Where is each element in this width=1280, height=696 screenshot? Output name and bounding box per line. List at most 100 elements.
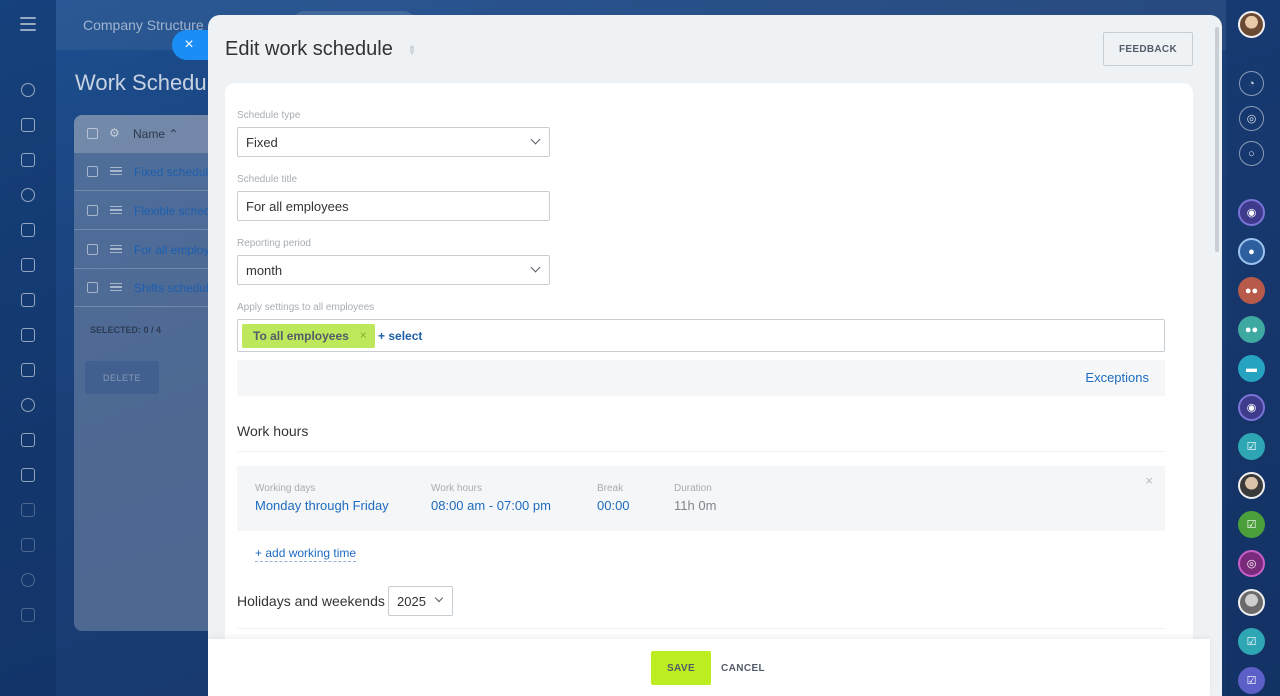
row-checkbox[interactable]: [87, 282, 98, 293]
working-time-block: Working days Monday through Friday Work …: [237, 466, 1165, 531]
menu-icon[interactable]: [18, 14, 38, 34]
feed-icon[interactable]: [13, 145, 43, 175]
work-hours-label: Work hours: [431, 483, 482, 494]
select-all-checkbox[interactable]: [87, 128, 98, 139]
remove-working-time-icon[interactable]: ×: [1145, 473, 1153, 488]
list-item[interactable]: Fixed schedule: [74, 153, 224, 191]
reporting-period-select[interactable]: month: [237, 255, 550, 285]
crm-icon[interactable]: [13, 320, 43, 350]
break-value[interactable]: 00:00: [597, 498, 630, 513]
feedback-button[interactable]: FEEDBACK: [1103, 32, 1193, 66]
select-link[interactable]: + select: [378, 329, 422, 343]
working-days-label: Working days: [255, 483, 316, 494]
apply-settings-selector[interactable]: To all employees × + select: [237, 319, 1165, 352]
apply-settings-label: Apply settings to all employees: [237, 302, 375, 313]
divider: [237, 451, 1165, 452]
chevron-down-icon: [434, 593, 444, 603]
task-chat-icon[interactable]: ☑: [1238, 628, 1265, 655]
group-chat-icon[interactable]: ●●: [1238, 277, 1265, 304]
duration-value: 11h 0m: [674, 498, 717, 513]
scrollbar[interactable]: [1215, 27, 1219, 252]
cancel-button[interactable]: CANCEL: [721, 663, 765, 674]
exceptions-link[interactable]: Exceptions: [1085, 370, 1149, 385]
notifications-icon[interactable]: ◔: [1239, 71, 1264, 96]
name-column-header[interactable]: Name ⌃: [133, 127, 178, 141]
chat-bubble-icon[interactable]: ▬: [1238, 355, 1265, 382]
close-slider-button[interactable]: ×: [172, 30, 208, 60]
row-menu-icon[interactable]: [110, 206, 122, 214]
user-avatar[interactable]: [1238, 11, 1265, 38]
work-hours-title: Work hours: [237, 423, 309, 439]
list-header: ⚙ Name ⌃: [74, 115, 224, 153]
settings-icon[interactable]: [13, 565, 43, 595]
group-chat-icon[interactable]: ●●: [1238, 316, 1265, 343]
year-select[interactable]: 2025: [388, 586, 453, 616]
exceptions-bar: Exceptions: [237, 360, 1165, 396]
schedule-title-label: Schedule title: [237, 174, 298, 185]
holidays-title: Holidays and weekends: [237, 593, 385, 609]
gear-icon[interactable]: ⚙: [109, 126, 120, 140]
selected-tag[interactable]: To all employees ×: [242, 324, 375, 348]
list-item[interactable]: For all employees: [74, 231, 224, 269]
row-menu-icon[interactable]: [110, 283, 122, 291]
channel-icon[interactable]: ◎: [1238, 550, 1265, 577]
task-chat-icon[interactable]: ☑: [1238, 667, 1265, 694]
user-chat-avatar[interactable]: ●: [1238, 238, 1265, 265]
schedule-title-input[interactable]: For all employees: [237, 191, 550, 221]
docs-icon[interactable]: [13, 250, 43, 280]
contacts-icon[interactable]: [13, 390, 43, 420]
left-nav-rail: [0, 0, 56, 696]
form-card: Schedule type Fixed Schedule title For a…: [225, 83, 1193, 696]
open-channel-icon[interactable]: ◉: [1238, 394, 1265, 421]
work-hours-value[interactable]: 08:00 am - 07:00 pm: [431, 498, 551, 513]
calendar-icon[interactable]: [13, 215, 43, 245]
schedule-type-label: Schedule type: [237, 110, 301, 121]
year-value: 2025: [397, 594, 426, 609]
fingerprint-icon[interactable]: ◎: [1239, 106, 1264, 131]
row-checkbox[interactable]: [87, 205, 98, 216]
presentation-icon[interactable]: [13, 285, 43, 315]
row-checkbox[interactable]: [87, 244, 98, 255]
reporting-period-label: Reporting period: [237, 238, 311, 249]
marketing-icon[interactable]: [13, 495, 43, 525]
checklist-icon[interactable]: [13, 425, 43, 455]
add-working-time-link[interactable]: + add working time: [255, 546, 357, 562]
remove-tag-icon[interactable]: ×: [360, 328, 367, 342]
cart-icon[interactable]: [13, 600, 43, 630]
list-item[interactable]: Shifts schedule: [74, 269, 224, 307]
reporting-period-value: month: [246, 263, 283, 278]
tasks-icon[interactable]: [13, 180, 43, 210]
slider-title: Edit work schedule: [225, 38, 393, 60]
user-chat-avatar[interactable]: [1238, 589, 1265, 616]
working-days-value[interactable]: Monday through Friday: [255, 498, 389, 513]
task-chat-icon[interactable]: ☑: [1238, 433, 1265, 460]
row-menu-icon[interactable]: [110, 245, 122, 253]
tag-label: To all employees: [253, 329, 349, 343]
filter-icon[interactable]: [13, 460, 43, 490]
close-icon: ×: [184, 36, 194, 53]
task-chat-icon[interactable]: ☑: [1238, 511, 1265, 538]
schedule-type-select[interactable]: Fixed: [237, 127, 550, 157]
user-chat-avatar[interactable]: [1238, 472, 1265, 499]
mail-icon[interactable]: [13, 355, 43, 385]
pin-icon[interactable]: ✎: [404, 43, 420, 58]
row-menu-icon[interactable]: [110, 167, 122, 175]
edit-schedule-slider: Edit work schedule ✎ FEEDBACK Schedule t…: [208, 15, 1222, 696]
row-checkbox[interactable]: [87, 166, 98, 177]
chat-icon[interactable]: [13, 110, 43, 140]
save-button[interactable]: SAVE: [651, 651, 711, 685]
background-schedule-list: ⚙ Name ⌃ Fixed schedule Flexible schedul…: [74, 115, 224, 631]
store-icon[interactable]: [13, 530, 43, 560]
open-channel-icon[interactable]: ◉: [1238, 199, 1265, 226]
search-chat-icon[interactable]: ○: [1239, 141, 1264, 166]
work-hours-column: Work hours 08:00 am - 07:00 pm: [431, 483, 551, 513]
schedule-type-value: Fixed: [246, 135, 278, 150]
duration-label: Duration: [674, 483, 712, 494]
list-item[interactable]: Flexible schedule: [74, 192, 224, 230]
chevron-down-icon: [530, 134, 541, 145]
break-label: Break: [597, 483, 624, 494]
delete-button[interactable]: DELETE: [85, 361, 159, 394]
activity-stream-icon[interactable]: [13, 75, 43, 105]
working-days-column: Working days Monday through Friday: [255, 483, 389, 513]
duration-column: Duration 11h 0m: [674, 483, 716, 513]
